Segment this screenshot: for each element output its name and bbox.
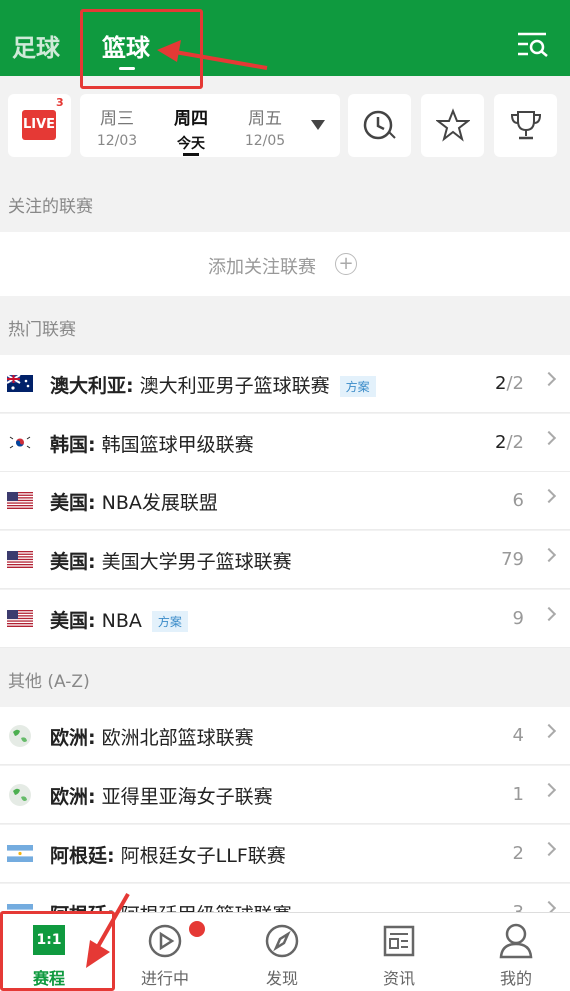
chevron-right-icon xyxy=(541,782,557,798)
chevron-right-icon xyxy=(541,371,557,387)
section-followed: 关注的联赛 xyxy=(8,197,93,217)
australia-flag-icon xyxy=(7,375,33,392)
argentina-flag-icon xyxy=(7,845,33,862)
history-button[interactable] xyxy=(348,94,411,157)
list-item[interactable]: 美国: 美国大学男子篮球联赛 79 xyxy=(0,531,570,589)
chevron-right-icon xyxy=(541,723,557,739)
section-hot: 热门联赛 xyxy=(8,320,76,340)
nav-me[interactable]: 我的 xyxy=(476,965,556,989)
live-button[interactable]: LIVE xyxy=(22,110,56,140)
plan-badge: 方案 xyxy=(339,376,376,397)
day-wed[interactable]: 周三 12/03 xyxy=(87,104,147,149)
list-item[interactable]: 美国: NBA 方案 9 xyxy=(0,590,570,648)
trophy-icon xyxy=(510,111,542,140)
news-icon[interactable] xyxy=(382,924,418,960)
filter-search-icon[interactable] xyxy=(516,30,550,58)
list-item[interactable]: 欧洲: 亚得里亚海女子联赛 1 xyxy=(0,766,570,824)
add-followed-label[interactable]: 添加关注联赛 xyxy=(208,253,316,279)
day-fri[interactable]: 周五 12/05 xyxy=(235,104,295,149)
chevron-right-icon xyxy=(541,430,557,446)
plus-circle-icon[interactable]: + xyxy=(335,253,357,275)
live-count-badge: 3 xyxy=(56,96,64,109)
list-item[interactable]: 韩国: 韩国篮球甲级联赛 2/2 xyxy=(0,414,570,472)
chevron-right-icon xyxy=(541,841,557,857)
clock-icon xyxy=(363,110,396,140)
trophy-button[interactable] xyxy=(494,94,557,157)
user-icon[interactable] xyxy=(498,922,534,960)
play-icon[interactable] xyxy=(148,924,184,960)
usa-flag-icon xyxy=(7,610,33,627)
chevron-down-icon[interactable] xyxy=(311,120,325,130)
annotation-arrow-icon xyxy=(86,893,130,968)
globe-icon xyxy=(9,725,31,747)
plan-badge: 方案 xyxy=(151,611,188,632)
korea-flag-icon xyxy=(7,434,33,451)
globe-icon xyxy=(9,784,31,806)
active-day-indicator xyxy=(183,153,199,156)
section-other: 其他 (A-Z) xyxy=(8,672,90,692)
chevron-right-icon xyxy=(541,606,557,622)
nav-discover[interactable]: 发现 xyxy=(242,965,322,989)
tab-football[interactable]: 足球 xyxy=(12,28,60,63)
list-item[interactable]: 澳大利亚: 澳大利亚男子篮球联赛 方案 2/2 xyxy=(0,355,570,413)
list-item[interactable]: 阿根廷: 阿根廷女子LLF联赛 2 xyxy=(0,825,570,883)
nav-live[interactable]: 进行中 xyxy=(125,965,205,989)
nav-news[interactable]: 资讯 xyxy=(359,965,439,989)
annotation-arrow-icon xyxy=(157,40,268,70)
chevron-right-icon xyxy=(541,488,557,504)
live-indicator-icon xyxy=(189,921,205,937)
favorites-button[interactable] xyxy=(421,94,484,157)
usa-flag-icon xyxy=(7,492,33,509)
day-thu[interactable]: 周四 今天 xyxy=(161,104,221,153)
list-item[interactable]: 欧洲: 欧洲北部篮球联赛 4 xyxy=(0,707,570,765)
star-icon xyxy=(436,108,470,142)
list-item[interactable]: 美国: NBA发展联盟 6 xyxy=(0,472,570,530)
compass-icon[interactable] xyxy=(265,924,301,960)
chevron-right-icon xyxy=(541,547,557,563)
usa-flag-icon xyxy=(7,551,33,568)
